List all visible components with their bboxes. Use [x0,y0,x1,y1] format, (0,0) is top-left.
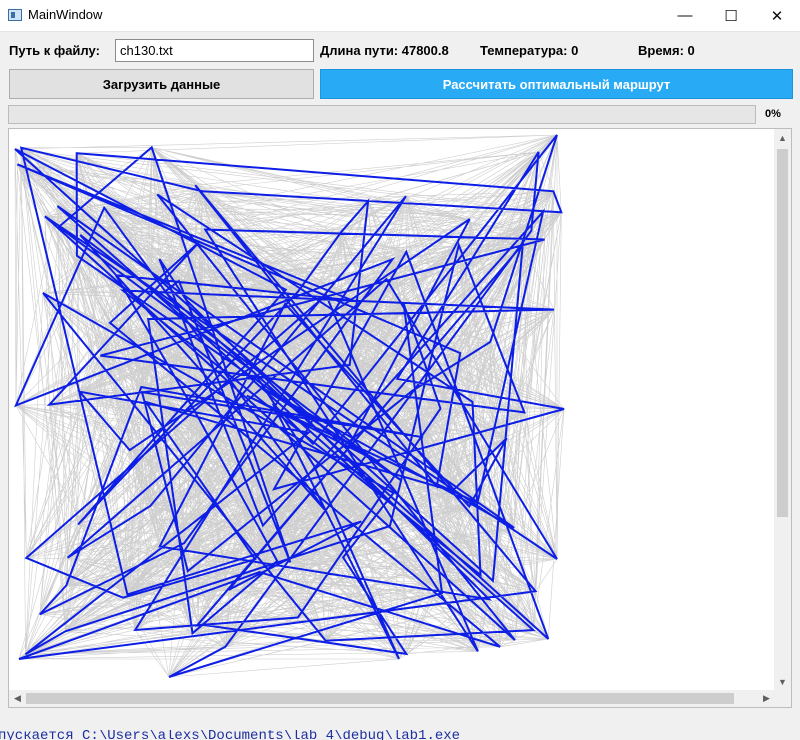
path-label: Путь к файлу: [9,43,100,58]
scroll-up-icon[interactable]: ▲ [774,129,791,146]
route-view[interactable]: ▲ ▼ ◀ ▶ [8,128,792,708]
scroll-left-icon[interactable]: ◀ [9,690,26,707]
console-output: пускается C:\Users\alexs\Documents\lab_4… [0,730,800,740]
maximize-button[interactable]: ☐ [708,0,754,31]
app-window-icon [8,9,22,21]
scroll-down-icon[interactable]: ▼ [774,673,791,690]
load-data-button[interactable]: Загрузить данные [9,69,314,99]
file-path-input[interactable] [115,39,314,62]
console-text: пускается C:\Users\alexs\Documents\lab_4… [0,730,461,740]
route-canvas [9,129,775,689]
progress-text: 0% [765,108,781,120]
time-label: Время: 0 [638,43,695,58]
window-title: MainWindow [28,7,103,22]
temperature-label: Температура: 0 [480,43,579,58]
route-plot [13,134,565,678]
calculate-route-button[interactable]: Рассчитать оптимальный маршрут [320,69,793,99]
horizontal-scrollbar[interactable]: ◀ ▶ [9,690,775,707]
close-button[interactable]: ✕ [754,0,800,31]
vertical-scrollbar[interactable]: ▲ ▼ [774,129,791,690]
progress-bar [8,105,756,124]
vertical-scroll-thumb[interactable] [777,149,788,517]
scroll-right-icon[interactable]: ▶ [758,690,775,707]
path-length-label: Длина пути: 47800.8 [320,43,449,58]
horizontal-scroll-thumb[interactable] [26,693,734,704]
scroll-corner [774,690,791,707]
title-bar: MainWindow — ☐ ✕ [0,0,800,32]
minimize-button[interactable]: — [662,0,708,31]
